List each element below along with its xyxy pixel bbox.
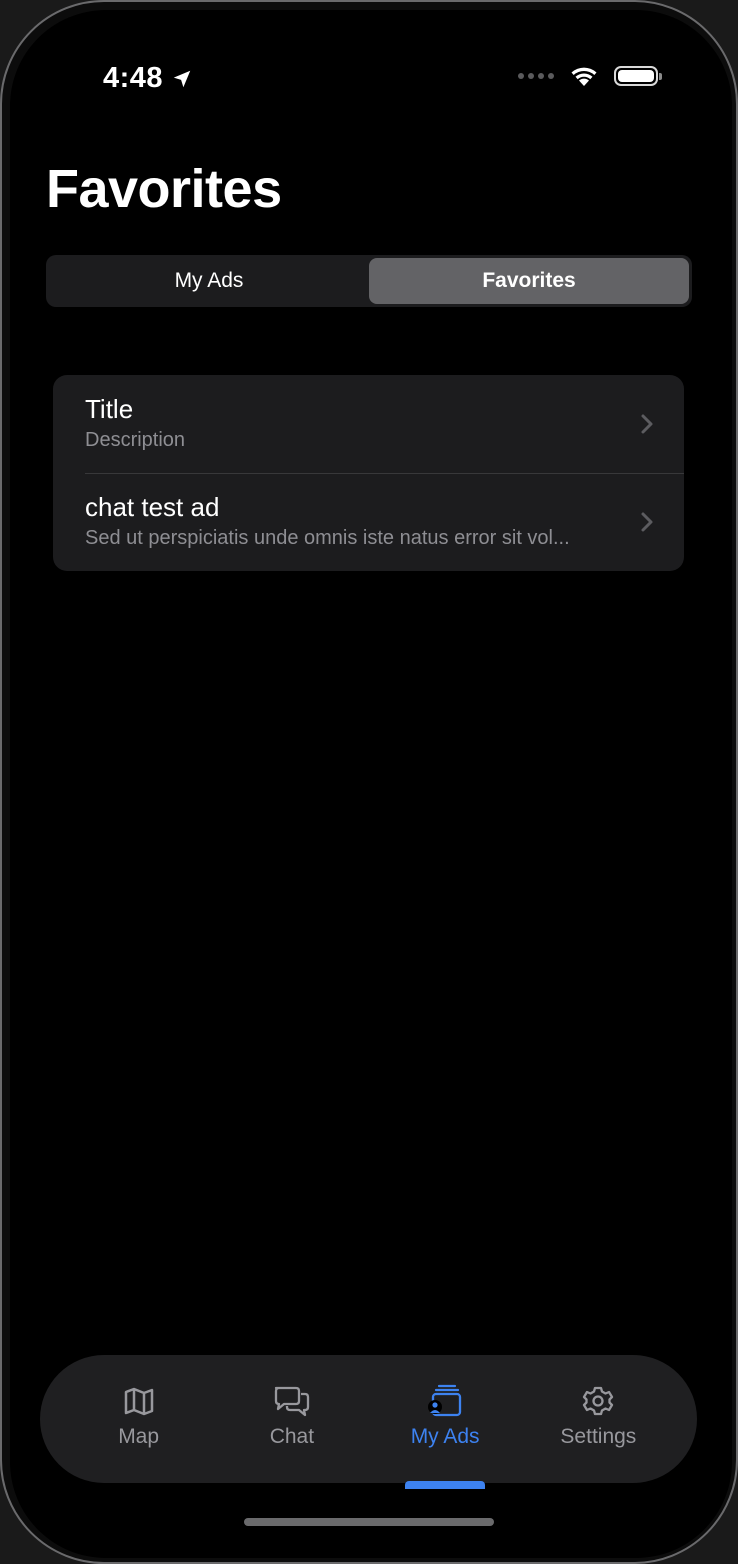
segmented-control: My Ads Favorites — [46, 255, 692, 307]
active-tab-indicator — [405, 1481, 486, 1489]
screen: 4:48 Favorites My Ads Favorites Title De… — [10, 10, 732, 1558]
list-item-description: Sed ut perspiciatis unde omnis iste natu… — [85, 527, 570, 549]
tab-chat[interactable]: Chat — [215, 1355, 368, 1483]
home-indicator[interactable] — [244, 1518, 494, 1526]
gear-icon — [583, 1386, 614, 1416]
time-label: 4:48 — [103, 62, 164, 94]
tab-label: My Ads — [410, 1425, 480, 1448]
list-item[interactable]: Title Description — [53, 375, 684, 473]
tab-my-ads[interactable]: My Ads — [369, 1355, 522, 1489]
list-item-title: Title — [85, 394, 134, 424]
list-item-description: Description — [85, 429, 186, 451]
location-arrow-icon — [173, 70, 191, 87]
segment-favorites[interactable]: Favorites — [369, 258, 689, 304]
status-bar-indicators — [518, 64, 662, 88]
battery-icon — [614, 66, 662, 86]
my-ads-icon — [428, 1384, 462, 1417]
cellular-dots-icon — [518, 73, 554, 79]
tab-bar: Map Chat My Ads Settings — [40, 1355, 697, 1489]
tab-map[interactable]: Map — [62, 1355, 215, 1483]
tab-label: Chat — [269, 1425, 315, 1448]
tab-settings[interactable]: Settings — [522, 1355, 675, 1483]
page-title: Favorites — [46, 159, 282, 219]
map-icon — [124, 1387, 153, 1416]
chat-bubbles-icon — [274, 1386, 310, 1417]
tab-label: Settings — [560, 1425, 637, 1448]
wifi-icon — [571, 67, 597, 86]
device-frame: 4:48 Favorites My Ads Favorites Title De… — [0, 0, 738, 1564]
chevron-right-icon — [641, 414, 653, 434]
segment-my-ads[interactable]: My Ads — [49, 258, 369, 304]
status-bar-time: 4:48 — [103, 62, 193, 95]
list-item-title: chat test ad — [85, 492, 220, 522]
list-item[interactable]: chat test ad Sed ut perspiciatis unde om… — [53, 473, 684, 571]
device-bezel: 4:48 Favorites My Ads Favorites Title De… — [0, 0, 738, 1564]
chevron-right-icon — [641, 512, 653, 532]
tab-label: Map — [118, 1425, 160, 1448]
favorites-list: Title Description chat test ad Sed ut pe… — [53, 375, 684, 571]
